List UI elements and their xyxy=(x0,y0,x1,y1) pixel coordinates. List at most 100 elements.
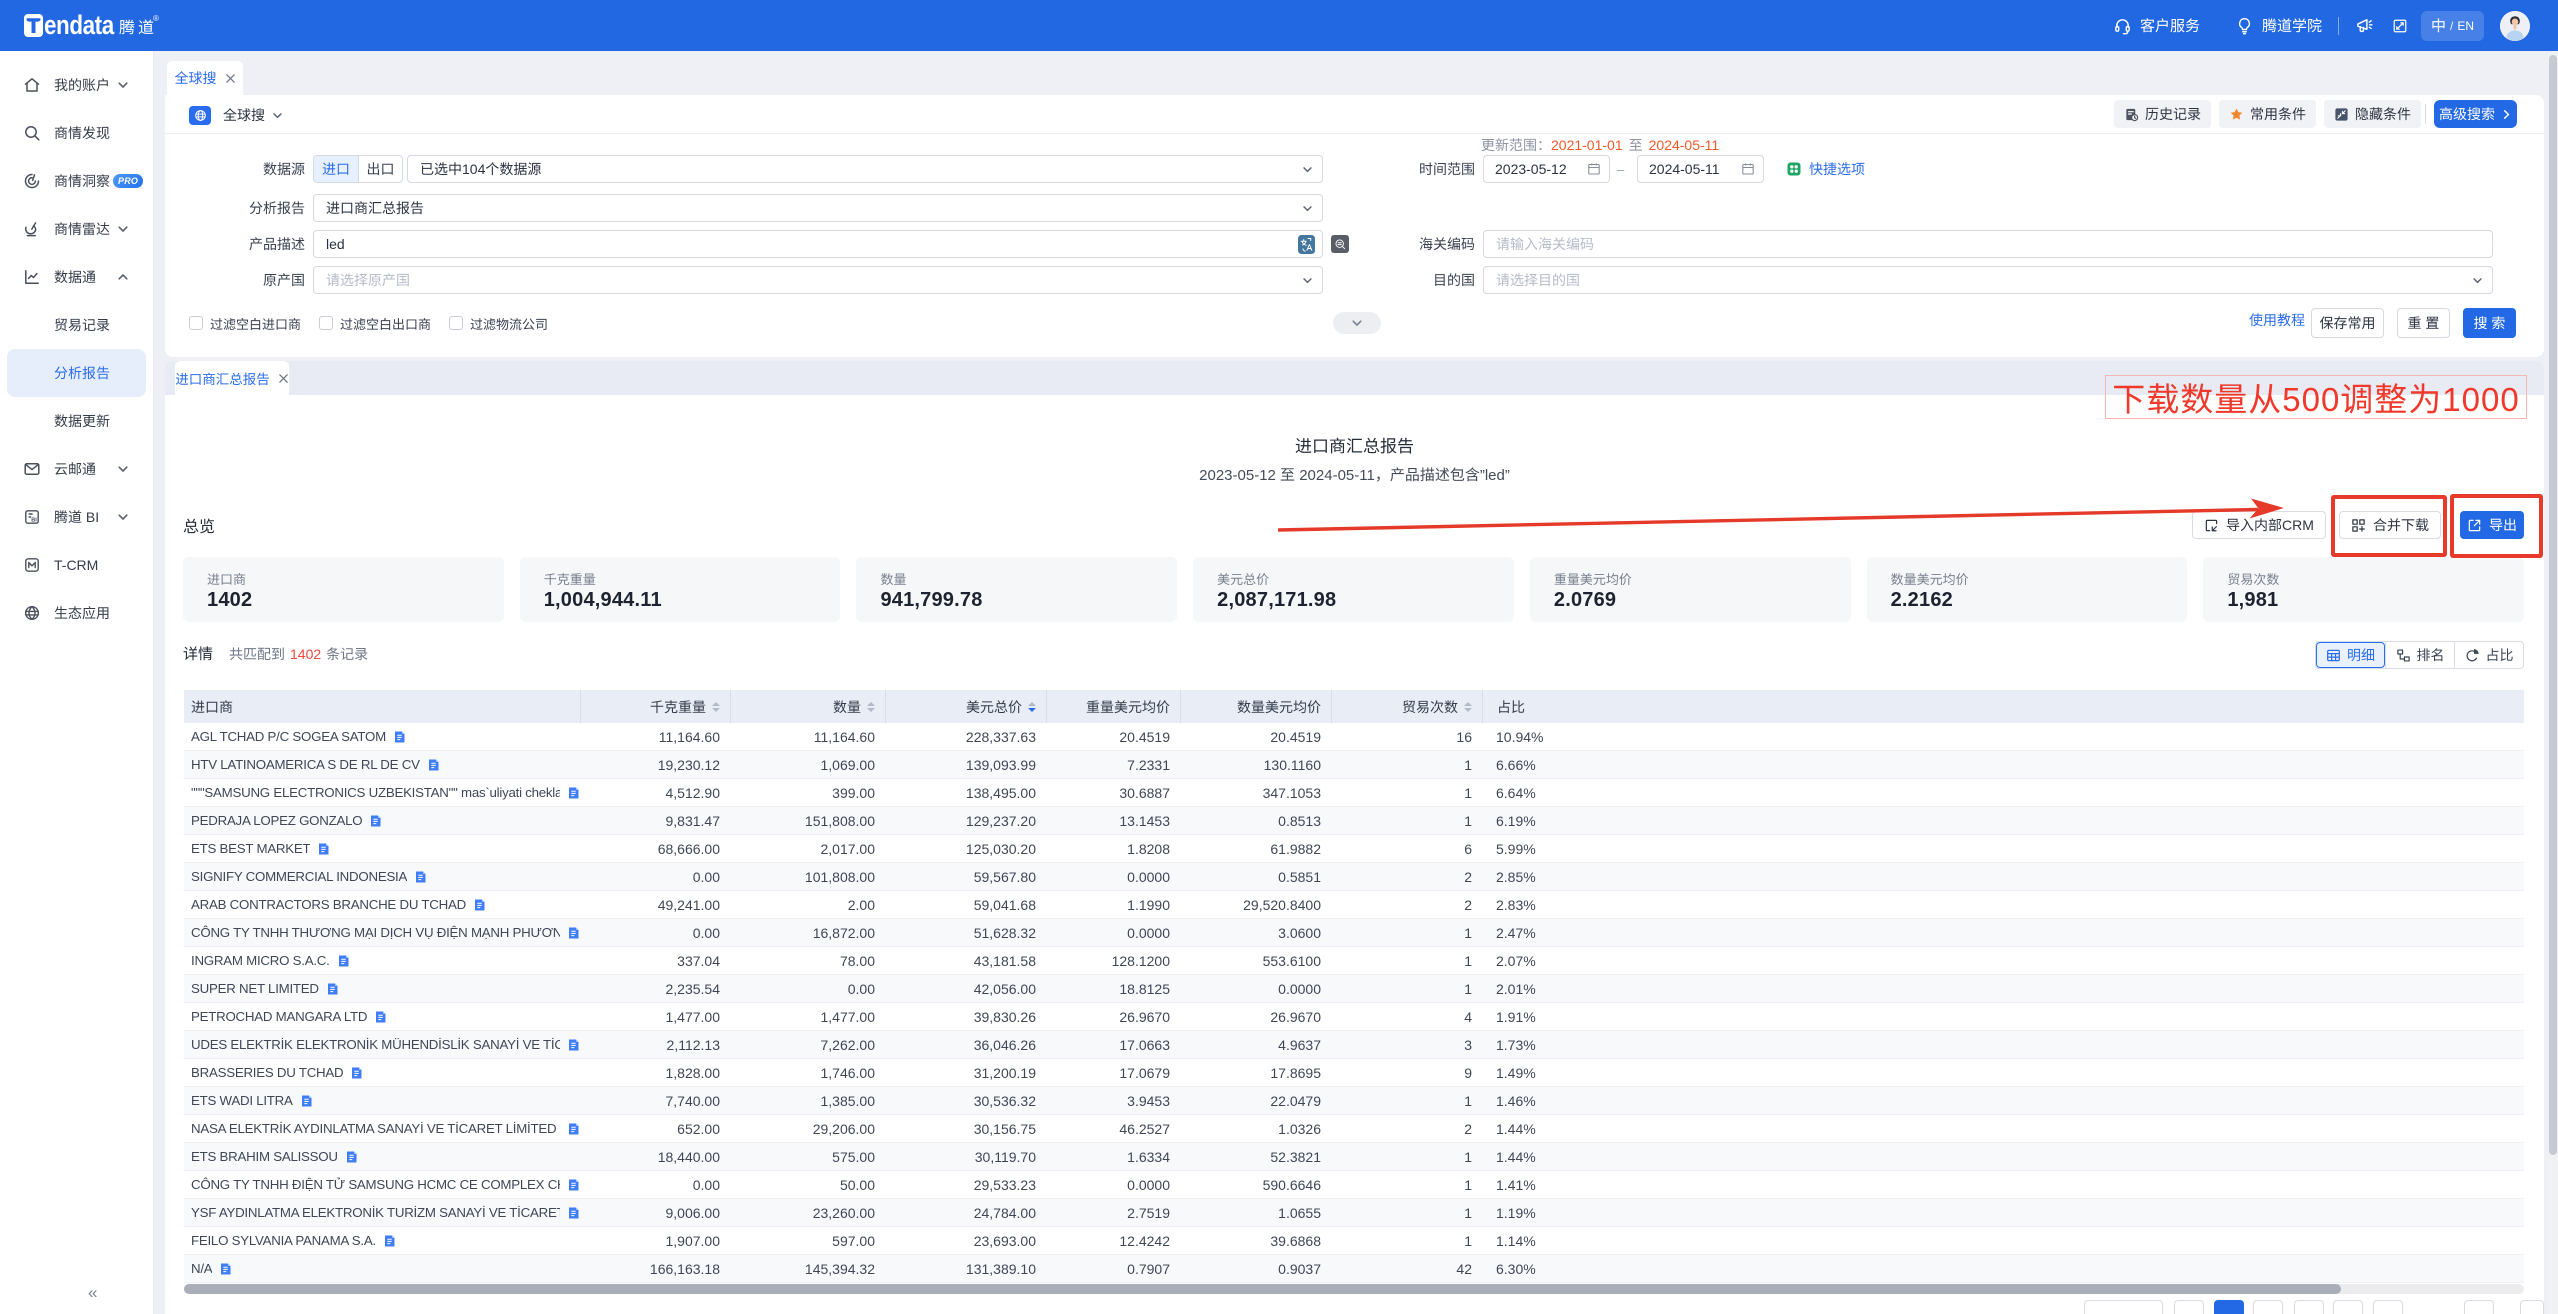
sort-carets[interactable] xyxy=(1028,702,1036,712)
table-row[interactable]: AGL TCHAD P/C SOGEA SATOM 11,164.60 11,1… xyxy=(184,723,2524,751)
table-header-cell[interactable]: 进口商 xyxy=(184,690,580,723)
table-row[interactable]: N/A 166,163.18 145,394.32 131,389.10 0.7… xyxy=(184,1255,2524,1283)
sort-carets[interactable] xyxy=(867,702,875,712)
sidebar-item[interactable]: 数据更新 xyxy=(0,397,153,445)
table-header-cell[interactable]: 占比 xyxy=(1482,690,2524,723)
table-row[interactable]: ETS BRAHIM SALISSOU 18,440.00 575.00 30,… xyxy=(184,1143,2524,1171)
view-toggle[interactable]: 明细 xyxy=(2316,642,2385,668)
table-header-cell[interactable]: 贸易次数 xyxy=(1331,690,1482,723)
sidebar-item[interactable]: BI 腾道 BI xyxy=(0,493,153,541)
company-card-icon[interactable] xyxy=(374,1010,387,1024)
filter-checkbox[interactable] xyxy=(319,316,333,330)
save-common-button[interactable]: 保存常用 xyxy=(2311,308,2384,338)
pagination-button[interactable] xyxy=(2464,1300,2494,1314)
form-collapse-button[interactable] xyxy=(1333,312,1381,334)
start-date-input[interactable]: 2023-05-12 xyxy=(1483,155,1610,183)
company-card-icon[interactable] xyxy=(567,1038,580,1052)
sidebar-collapse-button[interactable]: « xyxy=(88,1283,97,1303)
table-row[interactable]: UDES ELEKTRİK ELEKTRONİK MÜHENDİSLİK SAN… xyxy=(184,1031,2524,1059)
user-avatar[interactable] xyxy=(2500,11,2530,41)
table-row[interactable]: ARAB CONTRACTORS BRANCHE DU TCHAD 49,241… xyxy=(184,891,2524,919)
view-toggle[interactable]: 占比 xyxy=(2454,642,2523,668)
table-row[interactable]: BRASSERIES DU TCHAD 1,828.00 1,746.00 31… xyxy=(184,1059,2524,1087)
horizontal-scrollbar[interactable] xyxy=(184,1284,2524,1294)
table-row[interactable]: INGRAM MICRO S.A.C. 337.04 78.00 43,181.… xyxy=(184,947,2524,975)
import-toggle[interactable]: 进口 xyxy=(314,156,358,182)
filter-checkbox[interactable] xyxy=(189,316,203,330)
header-tool-button[interactable]: 历史记录 xyxy=(2114,100,2211,128)
company-card-icon[interactable] xyxy=(337,954,350,968)
table-header-cell[interactable]: 数量美元均价 xyxy=(1180,690,1331,723)
product-desc-input[interactable]: led xyxy=(313,230,1323,258)
datasource-select[interactable]: 已选中104个数据源 xyxy=(407,155,1323,183)
tab-global-search[interactable]: 全球搜 xyxy=(167,61,243,95)
table-row[interactable]: YSF AYDINLATMA ELEKTRONİK TURİZM SANAYİ … xyxy=(184,1199,2524,1227)
company-card-icon[interactable] xyxy=(326,982,339,996)
company-card-icon[interactable] xyxy=(567,1206,580,1220)
table-header-cell[interactable]: 数量 xyxy=(730,690,885,723)
table-row[interactable]: ETS WADI LITRA 7,740.00 1,385.00 30,536.… xyxy=(184,1087,2524,1115)
table-row[interactable]: SUPER NET LIMITED 2,235.54 0.00 42,056.0… xyxy=(184,975,2524,1003)
lang-en[interactable]: EN xyxy=(2457,19,2474,33)
table-row[interactable]: PEDRAJA LOPEZ GONZALO 9,831.47 151,808.0… xyxy=(184,807,2524,835)
company-card-icon[interactable] xyxy=(300,1094,313,1108)
reset-button[interactable]: 重 置 xyxy=(2397,308,2450,338)
table-row[interactable]: CÔNG TY TNHH ĐIỆN TỬ SAMSUNG HCMC CE COM… xyxy=(184,1171,2524,1199)
table-row[interactable]: SIGNIFY COMMERCIAL INDONESIA 0.00 101,80… xyxy=(184,863,2524,891)
module-select[interactable]: 全球搜 xyxy=(189,105,283,125)
sidebar-item[interactable]: 我的账户 xyxy=(0,61,153,109)
import-crm-button[interactable]: 导入内部CRM xyxy=(2192,511,2326,539)
view-toggle[interactable]: 排名 xyxy=(2385,642,2454,668)
origin-country-select[interactable]: 请选择原产国 xyxy=(313,266,1323,294)
company-card-icon[interactable] xyxy=(383,1234,396,1248)
customer-service-button[interactable]: 客户服务 xyxy=(2113,15,2200,36)
company-card-icon[interactable] xyxy=(317,842,330,856)
academy-button[interactable]: 腾道学院 xyxy=(2235,15,2322,36)
company-card-icon[interactable] xyxy=(219,1262,232,1276)
table-row[interactable]: CÔNG TY TNHH THƯƠNG MẠI DỊCH VỤ ĐIỆN MẠN… xyxy=(184,919,2524,947)
pagination-button[interactable] xyxy=(2373,1300,2403,1314)
close-icon[interactable] xyxy=(225,73,236,84)
tutorial-link[interactable]: 使用教程 xyxy=(2249,310,2305,330)
export-toggle[interactable]: 出口 xyxy=(358,156,402,182)
dest-country-select[interactable]: 请选择目的国 xyxy=(1483,266,2493,294)
table-header-cell[interactable]: 重量美元均价 xyxy=(1046,690,1180,723)
company-card-icon[interactable] xyxy=(567,926,580,940)
megaphone-icon[interactable] xyxy=(2355,16,2374,35)
sidebar-item[interactable]: 生态应用 xyxy=(0,589,153,637)
sidebar-item[interactable]: T-CRM xyxy=(0,541,153,589)
report-type-select[interactable]: 进口商汇总报告 xyxy=(313,194,1323,222)
quick-options-label[interactable]: 快捷选项 xyxy=(1809,159,1865,179)
company-card-icon[interactable] xyxy=(567,1178,580,1192)
lang-zh[interactable]: 中 xyxy=(2431,15,2446,36)
pagination-current-page[interactable] xyxy=(2214,1300,2244,1314)
table-row[interactable]: NASA ELEKTRİK AYDINLATMA SANAYİ VE TİCAR… xyxy=(184,1115,2524,1143)
search-button[interactable]: 搜 索 xyxy=(2463,308,2516,338)
translate-icon[interactable] xyxy=(1298,235,1315,254)
sidebar-item[interactable]: 商情发现 xyxy=(0,109,153,157)
pagination-button[interactable] xyxy=(2253,1300,2283,1314)
advanced-search-button[interactable]: 高级搜索 xyxy=(2434,100,2517,128)
sidebar-item[interactable]: 商情洞察 PRO xyxy=(0,157,153,205)
sort-carets[interactable] xyxy=(712,702,720,712)
hs-code-input[interactable]: 请输入海关编码 xyxy=(1483,230,2493,258)
table-row[interactable]: HTV LATINOAMERICA S DE RL DE CV 19,230.1… xyxy=(184,751,2524,779)
sidebar-item[interactable]: 贸易记录 xyxy=(0,301,153,349)
vertical-scrollbar[interactable] xyxy=(2548,51,2558,1314)
table-header-cell[interactable]: 千克重量 xyxy=(580,690,730,723)
sidebar-item[interactable]: 商情雷达 xyxy=(0,205,153,253)
sidebar-item[interactable]: 云邮通 xyxy=(0,445,153,493)
sort-carets[interactable] xyxy=(1464,702,1472,712)
pagination-button[interactable] xyxy=(2174,1300,2204,1314)
header-tool-button[interactable]: 常用条件 xyxy=(2219,100,2316,128)
end-date-input[interactable]: 2024-05-11 xyxy=(1637,155,1764,183)
table-row[interactable]: PETROCHAD MANGARA LTD 1,477.00 1,477.00 … xyxy=(184,1003,2524,1031)
pagination-button[interactable] xyxy=(2084,1300,2163,1314)
company-card-icon[interactable] xyxy=(350,1066,363,1080)
language-toggle[interactable]: 中/EN xyxy=(2421,11,2484,41)
quick-options[interactable]: 快捷选项 xyxy=(1786,155,1865,183)
table-row[interactable]: """SAMSUNG ELECTRONICS UZBEKISTAN"" mas`… xyxy=(184,779,2524,807)
sidebar-item[interactable]: 分析报告 xyxy=(7,349,146,397)
company-card-icon[interactable] xyxy=(393,730,406,744)
filter-checkbox[interactable] xyxy=(449,316,463,330)
